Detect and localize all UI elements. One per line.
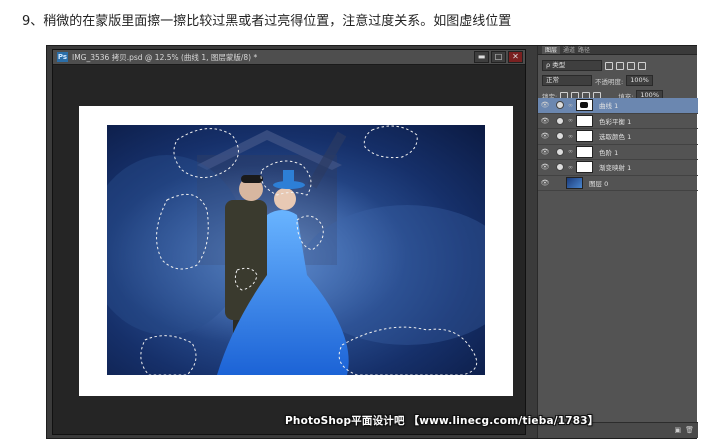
adjustment-icon	[556, 132, 564, 141]
document-titlebar[interactable]: Ps IMG_3536 拷贝.psd @ 12.5% (曲线 1, 图层蒙版/8…	[53, 50, 525, 65]
document-title: IMG_3536 拷贝.psd @ 12.5% (曲线 1, 图层蒙版/8) *	[72, 52, 258, 62]
tab-channels[interactable]: 通道	[563, 46, 575, 54]
link-icon[interactable]: ∞	[567, 148, 574, 155]
layer-0[interactable]: 👁 图层 0	[538, 176, 698, 191]
photoshop-logo-icon: Ps	[57, 52, 68, 62]
eye-icon[interactable]: 👁	[538, 132, 552, 140]
layer-name: 选取颜色 1	[599, 133, 632, 142]
mask-thumbnail[interactable]	[576, 145, 593, 158]
layer-thumbnail[interactable]	[566, 176, 583, 189]
layers-panel: 图层 通道 路径 ρ 类型 正常 不透明度: 100% 锁定: 填充: 100%	[537, 46, 698, 438]
filter-select[interactable]: ρ 类型	[542, 60, 602, 71]
watermark-text: PhotoShop平面设计吧 【www.linecg.com/tieba/178…	[285, 415, 599, 427]
blend-mode-select[interactable]: 正常	[542, 75, 592, 86]
adjustment-icon	[556, 116, 564, 125]
mask-thumbnail[interactable]	[576, 161, 593, 174]
layer-selective-color-1[interactable]: 👁 ∞ 选取颜色 1	[538, 129, 698, 145]
layer-name: 曲线 1	[599, 102, 619, 111]
trash-icon[interactable]: 🗑	[685, 426, 694, 434]
filter-type-icon[interactable]	[627, 61, 635, 70]
tab-layers[interactable]: 图层	[542, 46, 561, 54]
layer-color-balance-1[interactable]: 👁 ∞ 色彩平衡 1	[538, 114, 698, 129]
mask-thumbnail[interactable]	[576, 130, 593, 143]
layer-name: 图层 0	[589, 179, 609, 188]
eye-icon[interactable]: 👁	[538, 179, 552, 187]
link-icon[interactable]: ∞	[567, 133, 574, 140]
tab-paths[interactable]: 路径	[578, 46, 590, 54]
blend-row: 正常 不透明度: 100%	[538, 73, 697, 88]
eye-icon[interactable]: 👁	[538, 163, 552, 171]
eye-icon[interactable]: 👁	[538, 117, 552, 125]
filter-adjustment-icon[interactable]	[616, 61, 624, 70]
opacity-input[interactable]: 100%	[626, 75, 653, 86]
photoshop-window: Ps IMG_3536 拷贝.psd @ 12.5% (曲线 1, 图层蒙版/8…	[46, 45, 698, 439]
opacity-label: 不透明度:	[595, 77, 624, 86]
wedding-photo[interactable]	[107, 125, 485, 375]
adjustment-icon	[556, 163, 564, 172]
filter-shape-icon[interactable]	[638, 61, 646, 70]
eye-icon[interactable]: 👁	[538, 101, 552, 109]
layers-list: 👁 ∞ 曲线 1 👁 ∞ 色彩平衡 1 👁 ∞ 选取颜色 1 👁 ∞ 色阶 1 …	[538, 98, 698, 191]
close-button[interactable]: ✕	[508, 51, 523, 63]
layer-name: 色彩平衡 1	[599, 117, 632, 126]
adjustment-icon	[556, 101, 564, 110]
layer-name: 渐变映射 1	[599, 164, 632, 173]
new-layer-icon[interactable]: ▣	[674, 426, 681, 434]
mask-thumbnail[interactable]	[576, 114, 593, 127]
filter-pixel-icon[interactable]	[605, 61, 613, 70]
link-icon[interactable]: ∞	[567, 102, 574, 109]
maximize-button[interactable]: □	[491, 51, 506, 63]
layer-gradient-map-1[interactable]: 👁 ∞ 渐变映射 1	[538, 160, 698, 176]
layer-levels-1[interactable]: 👁 ∞ 色阶 1	[538, 145, 698, 160]
filter-row: ρ 类型	[538, 58, 697, 73]
layer-name: 色阶 1	[599, 148, 619, 157]
panel-tabs: 图层 通道 路径	[538, 46, 697, 55]
mask-thumbnail[interactable]	[576, 99, 593, 112]
document-canvas[interactable]	[79, 106, 513, 396]
link-icon[interactable]: ∞	[567, 164, 574, 171]
layer-curves-1[interactable]: 👁 ∞ 曲线 1	[538, 98, 698, 114]
document-window: Ps IMG_3536 拷贝.psd @ 12.5% (曲线 1, 图层蒙版/8…	[52, 49, 526, 435]
canvas-area[interactable]	[53, 66, 525, 434]
eye-icon[interactable]: 👁	[538, 148, 552, 156]
minimize-button[interactable]: ▬	[474, 51, 489, 63]
adjustment-icon	[556, 147, 564, 156]
photo-artwork	[107, 125, 485, 375]
instruction-text: 9、稍微的在蒙版里面擦一擦比较过黑或者过亮得位置，注意过度关系。如图虚线位置	[22, 14, 512, 29]
link-icon[interactable]: ∞	[567, 117, 574, 124]
